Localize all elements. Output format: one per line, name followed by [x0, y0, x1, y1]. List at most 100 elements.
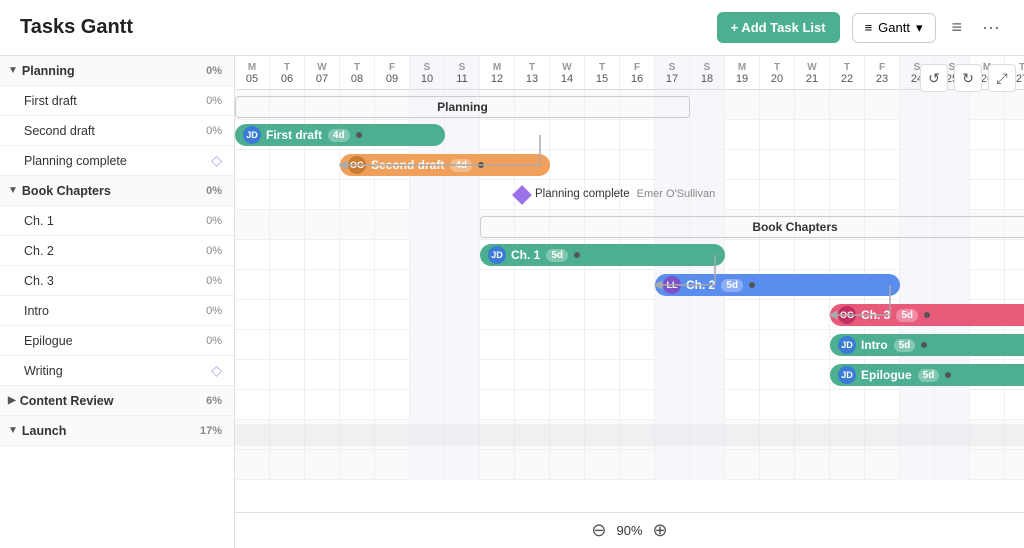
day-cell	[375, 90, 410, 120]
day-cell	[585, 420, 620, 450]
day-cell	[760, 360, 795, 390]
sidebar-item-first-draft[interactable]: First draft 0%	[0, 86, 234, 116]
sidebar-group-content-review[interactable]: ▶ Content Review 6%	[0, 386, 234, 416]
day-cell	[830, 90, 865, 120]
zoom-in-button[interactable]: ⊕	[653, 520, 668, 541]
day-cell	[445, 120, 480, 150]
zoom-out-button[interactable]: ⊖	[591, 520, 606, 541]
day-cell	[585, 210, 620, 240]
day-cell	[970, 390, 1005, 420]
day-cell	[235, 270, 270, 300]
add-task-button[interactable]: + Add Task List	[717, 12, 840, 43]
day-cell	[830, 420, 865, 450]
timeline-day: S10	[410, 56, 445, 89]
sidebar-task-label: Epilogue	[24, 334, 192, 348]
gantt-bar[interactable]: JDEpilogue5d	[830, 364, 1024, 386]
day-cell	[445, 180, 480, 210]
day-cell	[550, 420, 585, 450]
sidebar-item-planning-complete[interactable]: Planning complete ◇	[0, 146, 234, 176]
sidebar-item-ch1[interactable]: Ch. 1 0%	[0, 206, 234, 236]
day-cell	[655, 300, 690, 330]
day-cell	[620, 270, 655, 300]
day-cell	[725, 360, 760, 390]
day-cell	[550, 300, 585, 330]
day-cell	[340, 390, 375, 420]
sidebar-task-label: Writing	[24, 364, 211, 378]
sidebar-item-epilogue[interactable]: Epilogue 0%	[0, 326, 234, 356]
day-cell	[270, 270, 305, 300]
day-cell	[795, 360, 830, 390]
day-cell	[795, 420, 830, 450]
day-cell	[375, 180, 410, 210]
day-cell	[480, 180, 515, 210]
sidebar-group-book-chapters[interactable]: ▼ Book Chapters 0%	[0, 176, 234, 206]
gantt-bar[interactable]: JDIntro5d	[830, 334, 1024, 356]
day-cell	[480, 300, 515, 330]
gantt-area[interactable]: ↺ ↻ ⤢ M05T06W07T08F09S10S11M12T13W14T15F…	[235, 56, 1024, 548]
day-cell	[305, 420, 340, 450]
gantt-bar[interactable]: OGSecond draft4d	[340, 154, 550, 176]
day-cell	[235, 240, 270, 270]
badge: 5d	[894, 339, 916, 352]
undo-button[interactable]: ↺	[920, 64, 948, 92]
day-cell	[760, 120, 795, 150]
sidebar-item-writing[interactable]: Writing ◇	[0, 356, 234, 386]
day-cell	[305, 450, 340, 480]
sidebar-item-intro[interactable]: Intro 0%	[0, 296, 234, 326]
dot-indicator	[945, 372, 951, 378]
timeline-day: W14	[550, 56, 585, 89]
day-cell	[830, 210, 865, 240]
gantt-rows: PlanningBook ChaptersJDFirst draft4dOGSe…	[235, 90, 1024, 480]
sidebar-item-ch2[interactable]: Ch. 2 0%	[0, 236, 234, 266]
day-cell	[900, 150, 935, 180]
redo-button[interactable]: ↻	[954, 64, 982, 92]
day-cell	[865, 450, 900, 480]
gantt-bar[interactable]: JDCh. 15d	[480, 244, 725, 266]
day-cell	[340, 180, 375, 210]
day-cell	[270, 450, 305, 480]
dot-indicator	[574, 252, 580, 258]
day-cell	[410, 270, 445, 300]
day-cell	[480, 360, 515, 390]
day-cell	[1005, 150, 1024, 180]
day-cell	[515, 300, 550, 330]
day-cell	[690, 450, 725, 480]
day-cell	[900, 210, 935, 240]
day-cell	[830, 180, 865, 210]
avatar: JD	[243, 126, 261, 144]
day-cell	[935, 210, 970, 240]
sidebar-item-second-draft[interactable]: Second draft 0%	[0, 116, 234, 146]
day-cell	[515, 120, 550, 150]
day-cell	[620, 300, 655, 330]
gantt-bar[interactable]: JDFirst draft4d	[235, 124, 445, 146]
day-cell	[340, 210, 375, 240]
day-cell	[270, 360, 305, 390]
day-cell	[970, 420, 1005, 450]
timeline-day: F09	[375, 56, 410, 89]
view-selector-button[interactable]: ≡ Gantt ▾	[852, 13, 936, 43]
day-cell	[830, 120, 865, 150]
day-cell	[795, 240, 830, 270]
filter-button[interactable]: ≡	[948, 13, 967, 42]
day-cell	[760, 420, 795, 450]
gantt-bar[interactable]: LLCh. 25d	[655, 274, 900, 296]
day-cell	[235, 420, 270, 450]
day-cell	[270, 150, 305, 180]
expand-button[interactable]: ⤢	[988, 64, 1016, 92]
sidebar-item-ch3[interactable]: Ch. 3 0%	[0, 266, 234, 296]
sidebar-group-launch[interactable]: ▼ Launch 17%	[0, 416, 234, 446]
day-cell	[795, 210, 830, 240]
day-cell	[970, 210, 1005, 240]
more-options-button[interactable]: ···	[978, 13, 1004, 42]
gantt-bar[interactable]: OGCh. 35d	[830, 304, 1024, 326]
day-cell	[970, 150, 1005, 180]
day-cell	[830, 240, 865, 270]
sidebar-task-label: Ch. 3	[24, 274, 192, 288]
day-cell	[655, 210, 690, 240]
sidebar-group-planning[interactable]: ▼ Planning 0%	[0, 56, 234, 86]
gantt-row	[235, 180, 1024, 210]
day-cell	[1005, 120, 1024, 150]
day-cell	[340, 420, 375, 450]
day-cell	[970, 240, 1005, 270]
day-cell	[410, 360, 445, 390]
